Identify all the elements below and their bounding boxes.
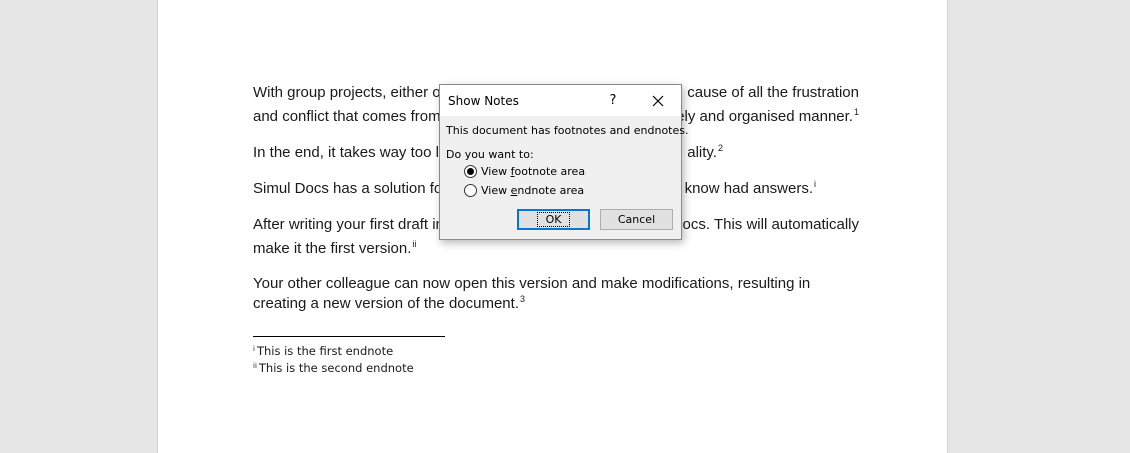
footnote-ref[interactable]: 1 bbox=[854, 107, 859, 117]
endnote-ref[interactable]: ii bbox=[412, 239, 416, 249]
dialog-title: Show Notes bbox=[448, 94, 519, 108]
endnote-text: This is the first endnote bbox=[256, 344, 394, 358]
text-fragment: ality. bbox=[687, 144, 717, 161]
text-line: make it the first version.ii bbox=[253, 237, 859, 261]
paragraph-5: Your other colleague can now open this v… bbox=[253, 274, 859, 314]
text-fragment: ocs. This will automatically bbox=[682, 216, 859, 233]
cancel-button[interactable]: Cancel bbox=[600, 209, 673, 230]
text-fragment: make it the first version. bbox=[253, 240, 412, 257]
text-fragment: ely and organised manner. bbox=[676, 108, 853, 125]
close-icon bbox=[652, 95, 664, 107]
radio-button-checked[interactable] bbox=[464, 164, 477, 178]
ok-label: OK bbox=[536, 212, 571, 227]
endnote-2: ii This is the second endnote bbox=[253, 361, 414, 375]
show-notes-dialog: Show Notes ? This document has footnotes… bbox=[439, 84, 689, 240]
endnote-separator bbox=[253, 336, 445, 337]
endnote-marker: i bbox=[253, 345, 255, 353]
footnote-ref[interactable]: 2 bbox=[718, 143, 723, 153]
option-label: View endnote area bbox=[481, 183, 585, 197]
dialog-titlebar[interactable]: Show Notes ? bbox=[440, 85, 681, 116]
text-fragment: Simul Docs has a solution fo bbox=[253, 180, 443, 197]
text-fragment: and conflict that comes from g bbox=[253, 108, 454, 125]
text-fragment: With group projects, either o bbox=[253, 84, 441, 101]
endnote-text: This is the second endnote bbox=[258, 361, 414, 375]
option-label: View footnote area bbox=[481, 164, 586, 178]
view-endnote-area-option[interactable]: View endnote area bbox=[464, 182, 584, 198]
radio-button[interactable] bbox=[464, 183, 477, 197]
text-fragment: Your other colleague can now open this v… bbox=[253, 275, 811, 292]
ok-button[interactable]: OK bbox=[517, 209, 590, 230]
text-fragment: After writing your first draft in bbox=[253, 216, 444, 233]
text-line: Your other colleague can now open this v… bbox=[253, 274, 859, 294]
text-fragment: creating a new version of the document. bbox=[253, 295, 519, 312]
text-fragment: cause of all the frustration bbox=[687, 84, 859, 101]
dialog-question: Do you want to: bbox=[446, 148, 534, 161]
footnote-ref[interactable]: 3 bbox=[520, 294, 525, 304]
text-fragment: In the end, it takes way too lo bbox=[253, 144, 448, 161]
view-footnote-area-option[interactable]: View footnote area bbox=[464, 163, 585, 179]
text-line: creating a new version of the document.3 bbox=[253, 294, 859, 314]
cancel-label: Cancel bbox=[617, 213, 656, 226]
close-button[interactable] bbox=[646, 90, 670, 112]
help-button[interactable]: ? bbox=[602, 90, 624, 112]
dialog-message: This document has footnotes and endnotes… bbox=[446, 124, 689, 137]
text-fragment: know had answers. bbox=[684, 180, 813, 197]
endnote-1: i This is the first endnote bbox=[253, 344, 393, 358]
endnote-marker: ii bbox=[253, 362, 257, 370]
endnote-ref[interactable]: i bbox=[814, 179, 816, 189]
